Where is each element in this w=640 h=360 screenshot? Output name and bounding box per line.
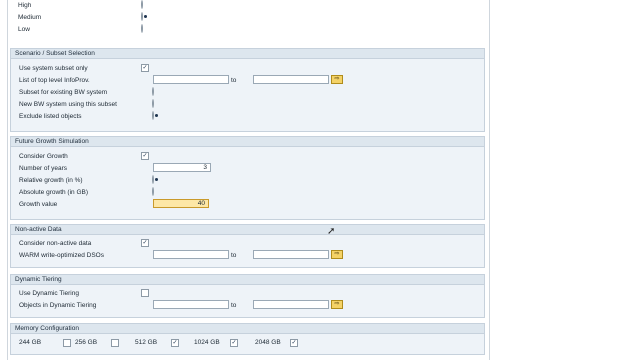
new-bw-label: New BW system using this subset — [19, 101, 117, 108]
absolute-growth-row: Absolute growth (in GB) — [11, 187, 484, 198]
infoprov-to-label: to — [231, 77, 237, 84]
tiering-group-title: Dynamic Tiering — [11, 275, 484, 285]
exclude-row: Exclude listed objects — [11, 111, 484, 122]
nonactive-group: Non-active Data Consider non-active data… — [10, 224, 485, 268]
memory-1024-label: 1024 GB — [194, 339, 220, 346]
priority-low-row: Low — [10, 24, 483, 35]
use-tiering-row: Use Dynamic Tiering — [11, 288, 484, 299]
subset-existing-label: Subset for existing BW system — [19, 89, 108, 96]
tiering-group: Dynamic Tiering Use Dynamic Tiering Obje… — [10, 274, 485, 318]
subset-existing-row: Subset for existing BW system — [11, 87, 484, 98]
new-bw-row: New BW system using this subset — [11, 99, 484, 110]
tiering-objects-row: Objects in Dynamic Tiering to ⇨ — [11, 300, 484, 311]
use-subset-checkbox[interactable]: ✓ — [141, 64, 149, 72]
memory-512-label: 512 GB — [135, 339, 158, 346]
mouse-pointer-icon: ➚ — [327, 226, 336, 237]
warm-dso-from-input[interactable] — [153, 250, 229, 259]
infoprov-to-input[interactable] — [253, 75, 329, 84]
multiple-selection-icon[interactable]: ⇨ — [331, 300, 343, 309]
new-bw-radio[interactable] — [152, 99, 154, 108]
warm-dso-to-label: to — [231, 252, 237, 259]
priority-high-radio[interactable] — [141, 0, 143, 9]
top-level-infoprov-label: List of top level InfoProv. — [19, 77, 90, 84]
top-level-infoprov-row: List of top level InfoProv. to ⇨ — [11, 75, 484, 86]
relative-growth-row: Relative growth (in %) — [11, 175, 484, 186]
consider-nonactive-row: Consider non-active data ✓ — [11, 238, 484, 249]
infoprov-from-input[interactable] — [153, 75, 229, 84]
memory-2048-label: 2048 GB — [255, 339, 281, 346]
scenario-group-title: Scenario / Subset Selection — [11, 49, 484, 59]
memory-256-checkbox[interactable] — [111, 339, 119, 347]
subset-existing-radio[interactable] — [152, 87, 154, 96]
memory-256-label: 256 GB — [75, 339, 98, 346]
multiple-selection-icon[interactable]: ⇨ — [331, 75, 343, 84]
priority-low-radio[interactable] — [141, 24, 143, 33]
priority-medium-row: Medium — [10, 12, 483, 23]
memory-group-title: Memory Configuration — [11, 324, 484, 334]
priority-high-row: High — [10, 0, 483, 11]
consider-growth-label: Consider Growth — [19, 153, 68, 160]
warm-dso-label: WARM write-optimized DSOs — [19, 252, 104, 259]
priority-high-label: High — [18, 2, 32, 9]
memory-244-label: 244 GB — [19, 339, 42, 346]
exclude-radio[interactable] — [152, 111, 154, 120]
growth-value-label: Growth value — [19, 201, 58, 208]
growth-group-title: Future Growth Simulation — [11, 137, 484, 147]
left-border — [7, 0, 8, 360]
priority-options: High Medium Low — [10, 0, 483, 40]
years-label: Number of years — [19, 165, 68, 172]
scenario-group: Scenario / Subset Selection Use system s… — [10, 48, 485, 132]
memory-1024-checkbox[interactable]: ✓ — [230, 339, 238, 347]
use-tiering-checkbox[interactable] — [141, 289, 149, 297]
warm-dso-to-input[interactable] — [253, 250, 329, 259]
tiering-objects-to-label: to — [231, 302, 237, 309]
consider-growth-row: Consider Growth ✓ — [11, 151, 484, 162]
exclude-label: Exclude listed objects — [19, 113, 82, 120]
priority-medium-radio[interactable] — [141, 12, 143, 21]
memory-512-checkbox[interactable]: ✓ — [171, 339, 179, 347]
absolute-growth-label: Absolute growth (in GB) — [19, 189, 89, 196]
priority-medium-label: Medium — [18, 14, 42, 21]
years-row: Number of years 3 — [11, 163, 484, 174]
relative-growth-label: Relative growth (in %) — [19, 177, 83, 184]
memory-group: Memory Configuration 244 GB 256 GB 512 G… — [10, 323, 485, 355]
consider-nonactive-checkbox[interactable]: ✓ — [141, 239, 149, 247]
multiple-selection-icon[interactable]: ⇨ — [331, 250, 343, 259]
right-border — [489, 0, 490, 360]
memory-244-checkbox[interactable] — [63, 339, 71, 347]
absolute-growth-radio[interactable] — [152, 187, 154, 196]
use-subset-row: Use system subset only ✓ — [11, 63, 484, 74]
growth-value-row: Growth value 40 — [11, 199, 484, 210]
growth-group: Future Growth Simulation Consider Growth… — [10, 136, 485, 220]
tiering-objects-from-input[interactable] — [153, 300, 229, 309]
memory-sizes-row: 244 GB 256 GB 512 GB ✓ 1024 GB ✓ 2048 GB… — [11, 338, 484, 349]
years-input[interactable]: 3 — [153, 163, 211, 172]
use-subset-label: Use system subset only — [19, 65, 88, 72]
priority-low-label: Low — [18, 26, 30, 33]
tiering-objects-label: Objects in Dynamic Tiering — [19, 302, 97, 309]
nonactive-group-title: Non-active Data — [11, 225, 484, 235]
consider-growth-checkbox[interactable]: ✓ — [141, 152, 149, 160]
growth-value-input[interactable]: 40 — [153, 199, 209, 208]
memory-2048-checkbox[interactable]: ✓ — [290, 339, 298, 347]
tiering-objects-to-input[interactable] — [253, 300, 329, 309]
consider-nonactive-label: Consider non-active data — [19, 240, 92, 247]
use-tiering-label: Use Dynamic Tiering — [19, 290, 79, 297]
warm-dso-row: WARM write-optimized DSOs to ⇨ — [11, 250, 484, 261]
relative-growth-radio[interactable] — [152, 175, 154, 184]
